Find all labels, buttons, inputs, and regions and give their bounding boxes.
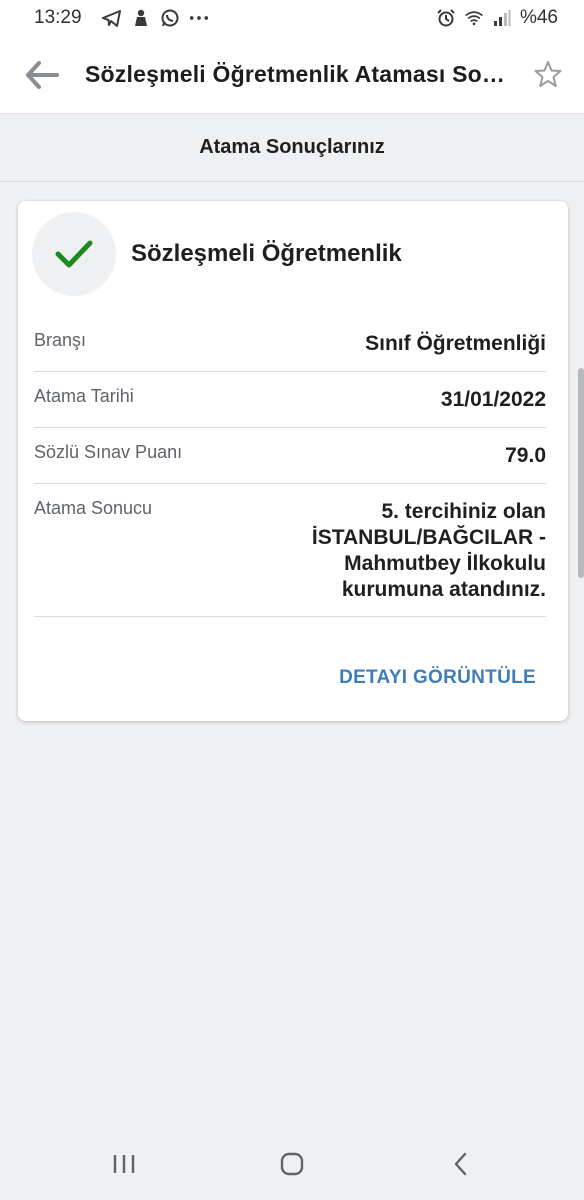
recent-apps-button[interactable] — [94, 1134, 154, 1194]
status-time: 13:29 — [34, 7, 82, 28]
scrollbar-thumb[interactable] — [578, 368, 584, 578]
status-notification-icons — [102, 8, 209, 28]
battery-level: %46 — [519, 7, 558, 28]
status-left: 13:29 — [34, 7, 209, 29]
detail-value: 79.0 — [505, 444, 546, 467]
detail-label: Branşı — [34, 330, 87, 350]
recent-apps-icon — [113, 1155, 135, 1173]
app-bar: Sözleşmeli Öğretmenlik Ataması Sonuçları — [0, 36, 584, 114]
detail-value: 5. tercihiniz olan İSTANBUL/BAĞCILAR - M… — [311, 500, 546, 601]
back-arrow-icon — [26, 60, 59, 89]
detail-value: 31/01/2022 — [440, 388, 546, 411]
more-dots-icon — [189, 8, 209, 28]
back-icon — [454, 1152, 467, 1176]
checkmark-icon — [55, 240, 93, 268]
section-title: Atama Sonuçlarınız — [199, 136, 385, 158]
favorite-button[interactable] — [530, 56, 566, 92]
detail-label: Sözlü Sınav Puanı — [34, 442, 183, 462]
section-header: Atama Sonuçlarınız — [0, 114, 584, 182]
status-right: %46 — [436, 7, 558, 29]
result-card: Sözleşmeli Öğretmenlik Branşı Sınıf Öğre… — [18, 201, 568, 721]
status-circle — [32, 212, 116, 296]
card-title: Sözleşmeli Öğretmenlik — [131, 240, 402, 267]
home-icon — [280, 1152, 304, 1176]
details-list: Branşı Sınıf Öğretmenliği Atama Tarihi 3… — [34, 316, 546, 617]
detail-row-atama-tarihi: Atama Tarihi 31/01/2022 — [34, 372, 546, 428]
page-title: Sözleşmeli Öğretmenlik Ataması Sonuçları — [85, 61, 505, 87]
telegram-icon — [102, 8, 122, 28]
detail-value: Sınıf Öğretmenliği — [365, 332, 546, 355]
card-header: Sözleşmeli Öğretmenlik — [32, 212, 402, 296]
system-nav-bar — [0, 1128, 584, 1200]
alarm-icon — [436, 8, 456, 28]
detail-label: Atama Tarihi — [34, 386, 134, 406]
view-details-button[interactable]: DETAYI GÖRÜNTÜLE — [339, 667, 536, 689]
back-button[interactable] — [20, 53, 64, 97]
home-button[interactable] — [262, 1134, 322, 1194]
back-nav-button[interactable] — [430, 1134, 490, 1194]
wifi-icon — [464, 8, 484, 28]
signal-icon — [492, 8, 512, 28]
detail-row-atama-sonucu: Atama Sonucu 5. tercihiniz olan İSTANBUL… — [34, 484, 546, 617]
notification-icon — [131, 8, 151, 28]
detail-row-sozlu-sinav-puani: Sözlü Sınav Puanı 79.0 — [34, 428, 546, 484]
status-bar: 13:29 %46 — [0, 0, 584, 36]
detail-row-brans: Branşı Sınıf Öğretmenliği — [34, 316, 546, 372]
detail-label: Atama Sonucu — [34, 498, 153, 518]
whatsapp-icon — [160, 8, 180, 28]
star-outline-icon — [534, 61, 562, 87]
